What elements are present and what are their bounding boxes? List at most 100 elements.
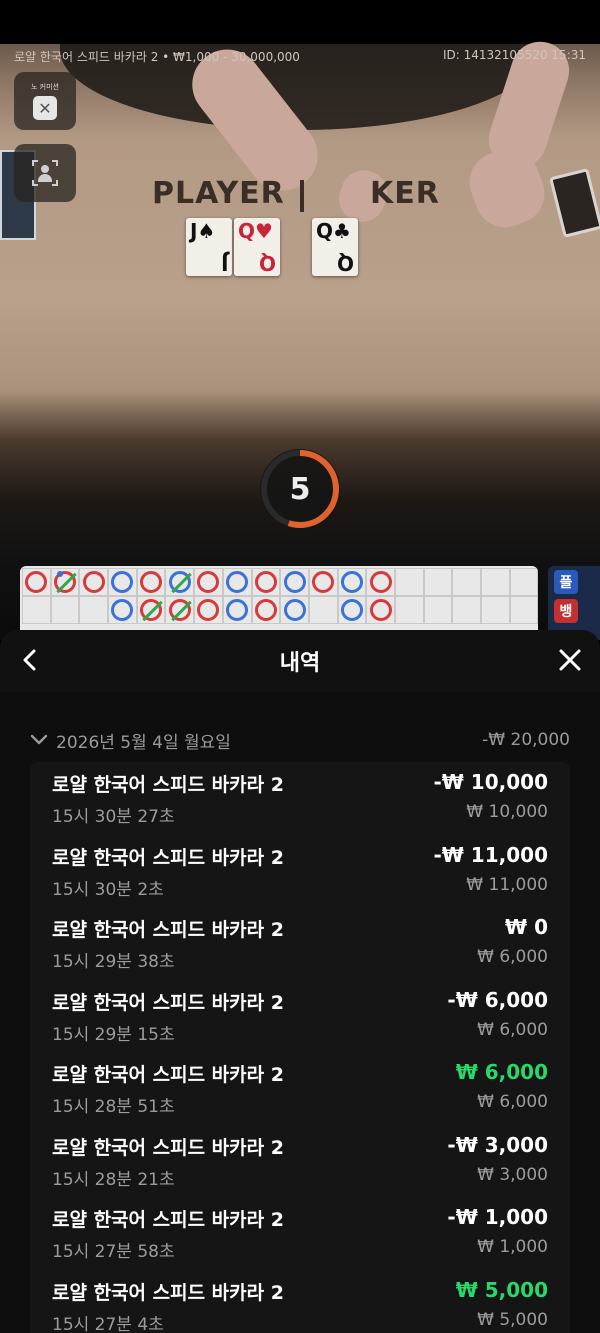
history-row[interactable]: 로얄 한국어 스피드 바카라 2 15시 30분 27초 -₩ 10,000 ₩ 10…	[52, 770, 548, 834]
player-result-mark	[340, 571, 363, 593]
countdown-value: 5	[289, 471, 311, 507]
player-predict-button[interactable]: 플	[554, 570, 578, 594]
table-name-limits: 로얄 한국어 스피드 바카라 2 • ₩1,000 - 30,000,000	[14, 50, 300, 64]
bet-time: 15시 29분 15초	[52, 1024, 175, 1045]
bet-stake: ₩ 10,000	[466, 802, 548, 822]
bead-road-map[interactable]	[20, 566, 538, 640]
card-shoe	[549, 168, 600, 238]
road-cell	[108, 568, 137, 596]
game-name: 로얄 한국어 스피드 바카라 2	[52, 1064, 284, 1086]
road-cell	[222, 596, 252, 624]
road-cell	[50, 596, 80, 624]
player-result-mark	[283, 599, 306, 621]
bet-time: 15시 27분 58초	[52, 1242, 175, 1262]
banker-result-mark	[168, 599, 191, 621]
banker-result-mark	[54, 571, 77, 593]
bet-stake: ₩ 6,000	[477, 947, 548, 967]
banker-result-mark	[197, 599, 220, 621]
bet-time: 15시 28분 51초	[52, 1097, 175, 1117]
player-result-mark	[283, 571, 306, 593]
banker-result-mark	[254, 599, 277, 621]
no-commission-button[interactable]: 노 커미션 ✕	[14, 72, 76, 130]
road-cell	[337, 568, 367, 596]
banker-card-1: Q♣ Q	[312, 218, 358, 276]
felt-player-label: PLAYER	[152, 176, 285, 211]
road-cell	[280, 596, 309, 624]
sheet-header: 내역	[0, 630, 600, 692]
road-cell	[194, 568, 223, 596]
chevron-left-icon	[23, 649, 36, 671]
bet-result: ₩ 6,000	[455, 1060, 548, 1084]
road-cell	[251, 596, 281, 624]
game-name: 로얄 한국어 스피드 바카라 2	[52, 846, 284, 869]
game-name: 로얄 한국어 스피드 바카라 2	[52, 991, 284, 1014]
player-card-1: J♠ J	[186, 218, 232, 276]
history-sheet: 내역 2026년 5월 4일 월요일 -₩ 20,000 로얄 한국어 스피드 …	[0, 630, 600, 1333]
bet-result: ₩ 0	[505, 915, 548, 939]
banker-predict-button[interactable]: 뱅	[554, 599, 578, 623]
player-result-mark	[226, 599, 249, 621]
bet-stake: ₩ 6,000	[477, 1092, 548, 1112]
game-name: 로얄 한국어 스피드 바카라 2	[52, 774, 284, 796]
player-result-mark	[340, 599, 363, 621]
game-name: 로얄 한국어 스피드 바카라 2	[52, 1209, 284, 1231]
group-date: 2026년 5월 4일 월요일	[56, 732, 231, 753]
road-cell	[308, 596, 338, 624]
road-cell	[22, 596, 51, 624]
history-row[interactable]: 로얄 한국어 스피드 바카라 2 15시 28분 21초 -₩ 3,000 ₩ 3,0…	[52, 1133, 548, 1197]
bet-result: -₩ 1,000	[447, 1205, 548, 1229]
bet-result: -₩ 6,000	[447, 987, 548, 1012]
game-id: ID: 14132105520 15:31	[442, 48, 586, 62]
bet-time: 15시 28분 21초	[52, 1169, 175, 1190]
bet-time: 15시 27분 4초	[52, 1314, 164, 1333]
road-predictor[interactable]: 플 뱅	[548, 566, 600, 640]
bet-result: -₩ 3,000	[447, 1132, 548, 1157]
banker-result-mark	[140, 571, 163, 593]
banker-result-mark	[25, 571, 48, 593]
game-name: 로얄 한국어 스피드 바카라 2	[52, 1136, 284, 1159]
history-row[interactable]: 로얄 한국어 스피드 바카라 2 15시 28분 51초 ₩ 6,000 ₩ 6,00…	[52, 1060, 548, 1124]
history-row[interactable]: 로얄 한국어 스피드 바카라 2 15시 30분 2초 -₩ 11,000 ₩ 11,…	[52, 843, 548, 907]
road-cell	[366, 568, 395, 596]
no-commission-label: 노 커미션	[31, 83, 59, 91]
road-cell	[79, 596, 109, 624]
live-video: PLAYER KER J♠ J Q♥ Q Q♣ Q 로얄 한국어 스피드 바카라…	[0, 0, 600, 640]
road-cell	[280, 568, 309, 596]
banker-result-mark	[369, 571, 392, 593]
road-cell	[337, 596, 367, 624]
bet-result: -₩ 11,000	[433, 842, 548, 867]
close-button[interactable]	[554, 644, 586, 676]
sheet-title: 내역	[279, 651, 321, 676]
bet-time: 15시 29분 38초	[52, 952, 175, 972]
history-row[interactable]: 로얄 한국어 스피드 바카라 2 15시 29분 15초 -₩ 6,000 ₩ 6,0…	[52, 988, 548, 1052]
road-cell	[423, 596, 453, 624]
close-icon: ✕	[33, 96, 57, 120]
road-cell	[452, 596, 481, 624]
history-row[interactable]: 로얄 한국어 스피드 바카라 2 15시 27분 4초 ₩ 5,000 ₩ 5,000	[52, 1278, 548, 1333]
bet-result: -₩ 10,000	[433, 770, 548, 794]
road-cell	[222, 568, 252, 596]
history-list: 로얄 한국어 스피드 바카라 2 15시 30분 27초 -₩ 10,000 ₩ 10…	[30, 762, 570, 1333]
bet-stake: ₩ 3,000	[477, 1164, 548, 1185]
history-row[interactable]: 로얄 한국어 스피드 바카라 2 15시 27분 58초 -₩ 1,000 ₩ 1,0…	[52, 1205, 548, 1269]
video-toggle-button[interactable]	[14, 144, 76, 202]
road-cell	[481, 568, 510, 596]
bet-result: ₩ 5,000	[455, 1277, 548, 1302]
road-cell	[423, 568, 453, 596]
felt-divider	[300, 180, 304, 212]
road-cell	[22, 568, 51, 596]
road-cell	[251, 568, 281, 596]
history-row[interactable]: 로얄 한국어 스피드 바카라 2 15시 29분 38초 ₩ 0 ₩ 6,000	[52, 915, 548, 979]
bet-time: 15시 30분 27초	[52, 807, 175, 827]
player-result-mark	[226, 571, 249, 593]
bet-stake: ₩ 1,000	[477, 1237, 548, 1257]
banker-result-mark	[197, 571, 220, 593]
bet-stake: ₩ 5,000	[477, 1309, 548, 1330]
bet-stake: ₩ 11,000	[466, 874, 548, 895]
date-group-header[interactable]: 2026년 5월 4일 월요일 -₩ 20,000	[30, 726, 570, 754]
banker-result-mark	[254, 571, 277, 593]
back-button[interactable]	[14, 644, 46, 676]
chevron-down-icon	[30, 734, 48, 745]
road-cell	[509, 568, 538, 596]
road-cell	[165, 596, 195, 624]
